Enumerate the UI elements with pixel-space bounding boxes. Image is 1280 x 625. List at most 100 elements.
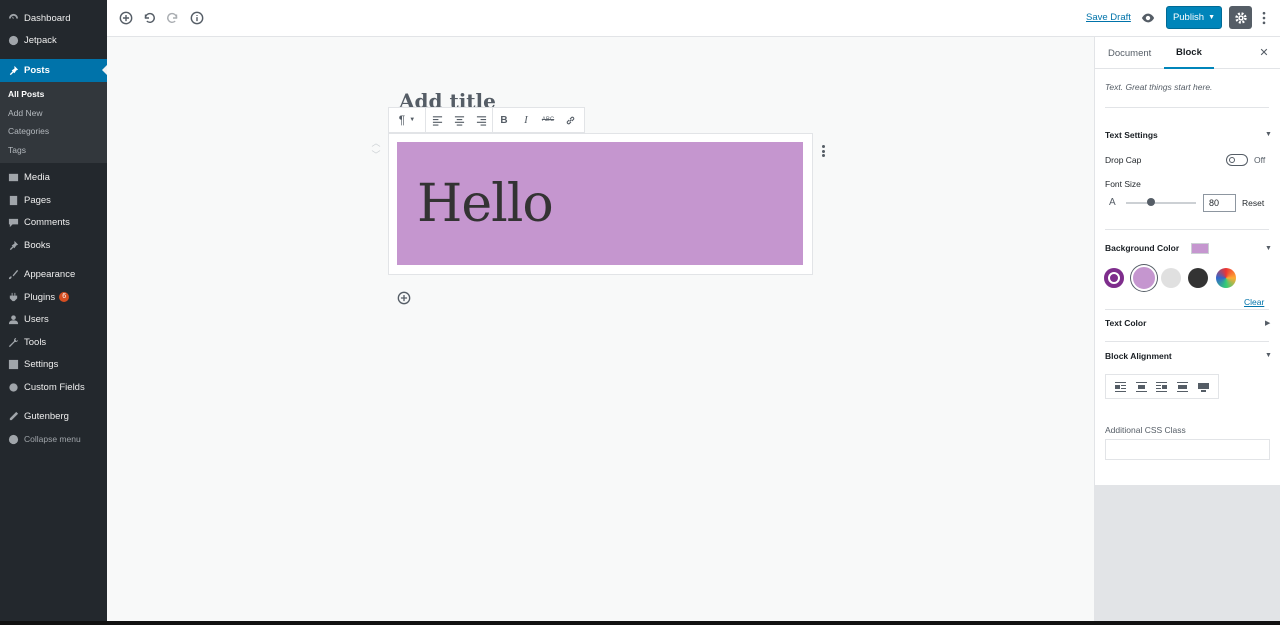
drop-cap-toggle[interactable] xyxy=(1226,154,1248,166)
redo-icon[interactable] xyxy=(164,9,182,27)
color-swatch-purple[interactable] xyxy=(1104,268,1124,288)
align-full-icon[interactable] xyxy=(1196,379,1212,395)
caret-down-icon[interactable]: ▼ xyxy=(1265,245,1272,252)
dashboard-icon xyxy=(7,12,19,24)
color-swatch-light-gray[interactable] xyxy=(1161,268,1181,288)
paragraph-block[interactable]: Hello xyxy=(397,142,803,265)
sidebar-item-custom-fields[interactable]: Custom Fields xyxy=(0,376,107,399)
sidebar-item-label: Custom Fields xyxy=(24,381,85,393)
sidebar-item-dashboard[interactable]: Dashboard xyxy=(0,7,107,30)
sidebar-item-plugins[interactable]: Plugins 6 xyxy=(0,286,107,309)
publish-label: Publish xyxy=(1172,12,1205,23)
close-icon[interactable]: ✕ xyxy=(1257,45,1271,59)
color-swatch-dark[interactable] xyxy=(1188,268,1208,288)
sidebar-item-label: Users xyxy=(24,314,49,325)
panel-tabs: Document Block ✕ xyxy=(1095,37,1280,69)
tab-block[interactable]: Block xyxy=(1164,37,1214,69)
font-size-slider[interactable] xyxy=(1126,202,1196,204)
link-icon[interactable] xyxy=(559,108,581,132)
clear-color-button[interactable]: Clear xyxy=(1244,297,1264,307)
additional-css-input[interactable] xyxy=(1105,439,1270,460)
sidebar-item-appearance[interactable]: Appearance xyxy=(0,263,107,286)
sidebar-item-tools[interactable]: Tools xyxy=(0,331,107,354)
sidebar-item-label: Comments xyxy=(24,217,70,228)
collapse-icon xyxy=(7,433,19,445)
background-color-heading[interactable]: Background Color xyxy=(1105,243,1179,253)
settings-gear-icon[interactable] xyxy=(1229,6,1252,29)
sidebar-item-settings[interactable]: Settings xyxy=(0,353,107,376)
text-color-heading[interactable]: Text Color xyxy=(1105,318,1146,328)
more-vertical-icon[interactable] xyxy=(1257,8,1271,28)
collapse-menu-button[interactable]: Collapse menu xyxy=(0,428,107,451)
additional-css-label: Additional CSS Class xyxy=(1105,425,1186,435)
align-left-icon[interactable] xyxy=(1112,379,1128,395)
align-right-icon[interactable] xyxy=(470,108,492,132)
sidebar-item-books[interactable]: Books xyxy=(0,234,107,257)
submenu-categories[interactable]: Categories xyxy=(0,122,107,141)
sidebar-item-users[interactable]: Users xyxy=(0,308,107,331)
block-alignment-toolbar xyxy=(1105,374,1219,399)
strikethrough-icon[interactable]: ABC xyxy=(537,108,559,132)
align-left-icon[interactable] xyxy=(426,108,448,132)
add-block-icon[interactable] xyxy=(117,9,135,27)
caret-down-icon[interactable]: ▼ xyxy=(1265,131,1272,138)
plugin-icon xyxy=(7,291,19,303)
tab-document[interactable]: Document xyxy=(1108,37,1151,69)
font-size-input[interactable] xyxy=(1203,194,1236,212)
sidebar-item-pages[interactable]: Pages xyxy=(0,189,107,212)
inline-inserter-icon[interactable] xyxy=(397,291,411,305)
chevron-up-icon[interactable]: ︿ xyxy=(370,137,382,149)
italic-icon[interactable]: I xyxy=(515,108,537,132)
toggle-knob xyxy=(1229,156,1235,163)
settings-panel-body: Document Block ✕ Text. Great things star… xyxy=(1094,37,1280,485)
block-alignment-heading[interactable]: Block Alignment xyxy=(1105,351,1172,361)
submenu-all-posts[interactable]: All Posts xyxy=(0,85,107,104)
sidebar-item-posts[interactable]: Posts xyxy=(0,59,107,82)
sidebar-item-label: Books xyxy=(24,239,51,251)
caret-down-icon: ▼ xyxy=(1208,14,1216,21)
text-settings-heading[interactable]: Text Settings xyxy=(1105,130,1158,140)
jetpack-icon xyxy=(7,35,19,47)
align-center-icon[interactable] xyxy=(448,108,470,132)
pencil-icon xyxy=(7,411,19,423)
paragraph-icon[interactable]: ¶ ▼ xyxy=(389,108,425,132)
sidebar-item-comments[interactable]: Comments xyxy=(0,211,107,234)
font-size-a-icon: A xyxy=(1109,197,1116,208)
dot xyxy=(821,145,825,148)
publish-button[interactable]: Publish ▼ xyxy=(1166,6,1222,29)
divider xyxy=(1105,107,1269,108)
brush-icon xyxy=(7,269,19,281)
align-wide-icon[interactable] xyxy=(1175,379,1191,395)
sidebar-item-label: Appearance xyxy=(24,269,76,280)
sidebar-item-jetpack[interactable]: Jetpack xyxy=(0,30,107,53)
caret-right-icon[interactable]: ▶ xyxy=(1265,319,1270,327)
submenu-add-new[interactable]: Add New xyxy=(0,103,107,122)
color-swatch-lavender-selected[interactable] xyxy=(1131,265,1157,291)
font-size-slider-handle[interactable] xyxy=(1147,198,1155,206)
divider xyxy=(1105,229,1269,230)
block-mover[interactable]: ︿ ﹀ xyxy=(370,137,382,165)
info-icon[interactable] xyxy=(188,9,206,27)
sidebar-item-gutenberg[interactable]: Gutenberg xyxy=(0,405,107,428)
align-right-icon[interactable] xyxy=(1154,379,1170,395)
custom-color-picker-swatch[interactable] xyxy=(1216,268,1236,288)
settings-sidebar: Document Block ✕ Text. Great things star… xyxy=(1094,37,1280,621)
paragraph-text[interactable]: Hello xyxy=(417,174,554,234)
align-center-icon[interactable] xyxy=(1133,379,1149,395)
divider xyxy=(1105,309,1269,310)
caret-down-icon[interactable]: ▼ xyxy=(1265,352,1272,359)
submenu-tags[interactable]: Tags xyxy=(0,141,107,160)
font-size-reset-button[interactable]: Reset xyxy=(1242,198,1264,208)
dot xyxy=(821,154,825,157)
preview-eye-icon[interactable] xyxy=(1139,9,1157,27)
chevron-down-icon[interactable]: ﹀ xyxy=(370,149,382,161)
comments-icon xyxy=(7,217,19,229)
block-more-options-icon[interactable] xyxy=(818,143,828,159)
media-icon xyxy=(7,172,19,184)
sidebar-item-label: Pages xyxy=(24,194,51,206)
bold-icon[interactable]: B xyxy=(493,108,515,132)
sidebar-item-label: Collapse menu xyxy=(24,434,81,444)
save-draft-button[interactable]: Save Draft xyxy=(1086,12,1131,23)
undo-icon[interactable] xyxy=(140,9,158,27)
sidebar-item-media[interactable]: Media xyxy=(0,166,107,189)
